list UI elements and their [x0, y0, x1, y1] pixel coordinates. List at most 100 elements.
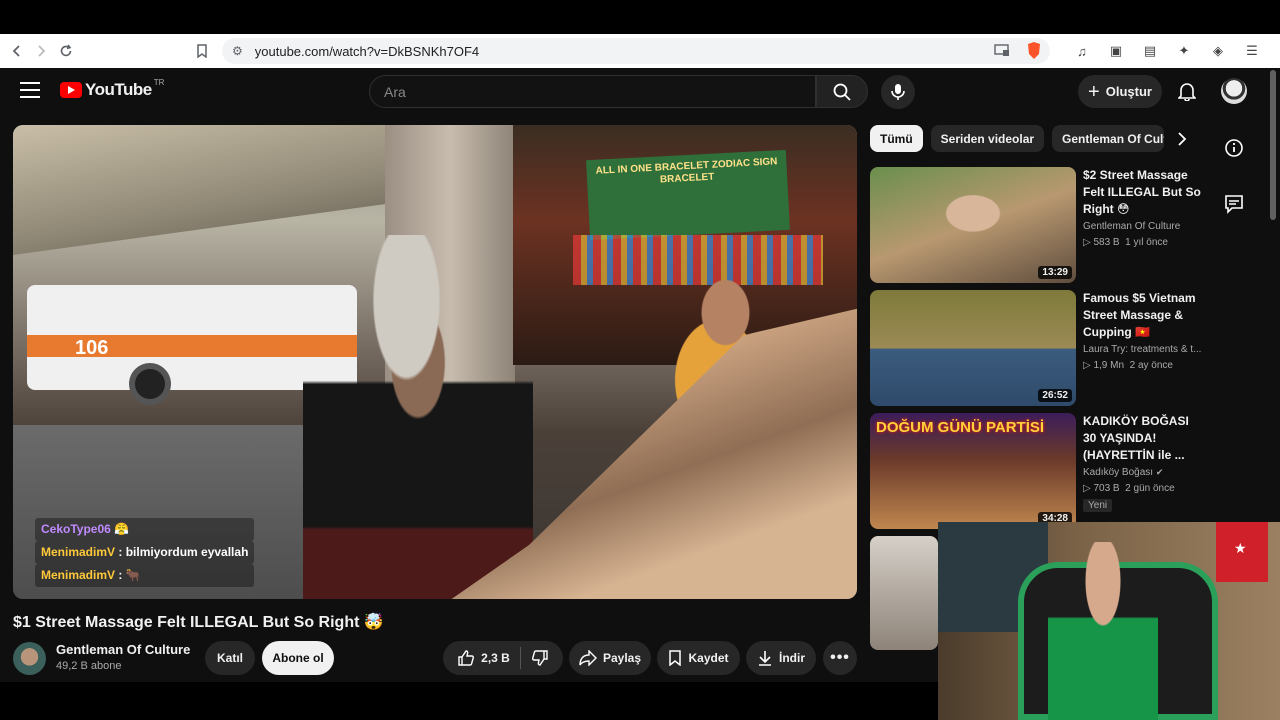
vpn-icon[interactable]: ◈ [1208, 41, 1228, 61]
back-icon[interactable] [4, 38, 30, 64]
emote-icon: 😤 [114, 522, 130, 536]
microphone-icon [891, 84, 905, 100]
chip-series[interactable]: Seriden videolar [930, 125, 1045, 152]
recommendation-meta: ▷ 583 B 1 yıl önce [1083, 237, 1168, 248]
music-icon[interactable]: ♫ [1072, 41, 1092, 61]
region-code: TR [153, 77, 165, 87]
hamburger-menu-icon[interactable] [20, 82, 40, 98]
recommendation-item[interactable]: 13:29 $2 Street Massage Felt ILLEGAL But… [870, 167, 1210, 285]
chat-message: MenimadimV : 🐂 [35, 564, 255, 587]
save-icon [669, 650, 682, 666]
video-thumbnail[interactable] [870, 536, 938, 650]
recommendation-item[interactable]: 26:52 Famous $5 Vietnam Street Massage &… [870, 290, 1210, 408]
search-button[interactable] [816, 75, 868, 108]
channel-label: Kadıköy Boğası [1083, 467, 1154, 478]
chat-icon[interactable] [1220, 191, 1248, 217]
reload-icon[interactable] [53, 38, 79, 64]
wallet-icon[interactable]: ▤ [1140, 41, 1160, 61]
recommendation-title[interactable]: KADIKÖY BOĞASI 30 YAŞINDA! (HAYRETTİN il… [1083, 413, 1205, 464]
create-button[interactable]: + Oluştur [1078, 75, 1162, 108]
more-actions-button[interactable]: ••• [823, 641, 857, 675]
like-count: 2,3 B [481, 651, 510, 665]
chat-message: MenimadimV : bilmiyordum eyvallah [35, 541, 255, 564]
video-owner-row: Gentleman Of Culture 49,2 B abone Katıl … [13, 641, 863, 677]
chat-username: MenimadimV [41, 545, 116, 559]
search-icon [833, 83, 851, 101]
recommendation-meta: ▷ 703 B 2 gün önce [1083, 483, 1175, 494]
info-icon[interactable] [1220, 135, 1248, 161]
like-button[interactable]: 2,3 B [457, 649, 510, 667]
top-black-bar [0, 0, 1280, 34]
ai-icon[interactable]: ✦ [1174, 41, 1194, 61]
video-thumbnail[interactable]: 26:52 [870, 290, 1076, 406]
youtube-logo[interactable]: YouTube TR [60, 77, 165, 100]
download-button[interactable]: İndir [746, 641, 816, 675]
subscribe-button[interactable]: Abone ol [262, 641, 334, 675]
duration-badge: 13:29 [1038, 266, 1072, 279]
recommendation-title[interactable]: Famous $5 Vietnam Street Massage & Cuppi… [1083, 290, 1205, 341]
account-avatar[interactable] [1221, 78, 1247, 104]
voice-search-button[interactable] [881, 75, 915, 109]
truck-number: 106 [75, 337, 109, 359]
share-label: Paylaş [602, 651, 642, 665]
video-player[interactable]: 106 ALL IN ONE BRACELET ZODIAC SIGN BRAC… [13, 125, 857, 599]
streamer [1048, 542, 1158, 720]
download-icon [759, 651, 771, 666]
browser-toolbar: ⚙ youtube.com/watch?v=DkBSNKh7OF4 ♫ ▣ ▤ … [0, 34, 1280, 68]
search-input[interactable]: Ara [369, 75, 816, 108]
save-button[interactable]: Kaydet [657, 641, 740, 675]
dislike-button[interactable] [531, 649, 549, 667]
divider [519, 647, 521, 669]
view-count: 1,9 Mn [1093, 360, 1125, 371]
download-label: İndir [779, 651, 805, 665]
chat-username: MenimadimV [41, 568, 116, 582]
duration-badge: 26:52 [1038, 389, 1072, 402]
share-button[interactable]: Paylaş [569, 641, 651, 675]
recommendation-item[interactable]: DOĞUM GÜNÜ PARTİSİ 34:28 KADIKÖY BOĞASI … [870, 413, 1210, 531]
chip-all[interactable]: Tümü [870, 125, 923, 152]
browser-extensions: ♫ ▣ ▤ ✦ ◈ ☰ [1072, 38, 1262, 64]
recommendation-channel[interactable]: Gentleman Of Culture [1083, 221, 1205, 232]
chevron-right-icon[interactable] [1168, 125, 1195, 152]
channel-name[interactable]: Gentleman Of Culture [56, 642, 190, 657]
streamer-webcam-overlay [938, 522, 1280, 720]
scene-sign: ALL IN ONE BRACELET ZODIAC SIGN BRACELET [586, 149, 790, 241]
stream-chat-overlay: CekoType06 😤 MenimadimV : bilmiyordum ey… [35, 518, 255, 587]
upload-age: 2 ay önce [1129, 360, 1173, 371]
page-scrollbar[interactable] [1270, 70, 1276, 220]
video-thumbnail[interactable]: DOĞUM GÜNÜ PARTİSİ 34:28 [870, 413, 1076, 529]
share-icon [579, 650, 597, 666]
youtube-play-icon [60, 82, 82, 98]
menu-icon[interactable]: ☰ [1242, 41, 1262, 61]
chat-username: CekoType06 [41, 522, 111, 536]
sidebar-icon[interactable]: ▣ [1106, 41, 1126, 61]
address-bar[interactable]: ⚙ youtube.com/watch?v=DkBSNKh7OF4 [222, 38, 1050, 64]
subscriber-count: 49,2 B abone [56, 660, 122, 672]
brave-shield-icon[interactable] [1026, 42, 1042, 63]
recommendation-title[interactable]: $2 Street Massage Felt ILLEGAL But So Ri… [1083, 167, 1205, 218]
channel-avatar[interactable] [13, 642, 46, 675]
view-count: 583 B [1093, 237, 1120, 248]
thumbnail-text: DOĞUM GÜNÜ PARTİSİ [876, 419, 1045, 436]
scene-woman [303, 235, 533, 599]
masthead: YouTube TR Ara + Oluştur [0, 68, 1280, 114]
cast-icon[interactable] [994, 43, 1010, 60]
recommendation-meta: ▷ 1,9 Mn 2 ay önce [1083, 360, 1173, 371]
chat-text: : bilmiyordum eyvallah [118, 545, 249, 559]
notifications-bell-icon[interactable] [1176, 80, 1198, 102]
thumbs-down-icon [531, 650, 548, 666]
upload-age: 2 gün önce [1125, 483, 1175, 494]
save-label: Kaydet [688, 651, 729, 665]
chat-message: CekoType06 😤 [35, 518, 255, 541]
view-count: 703 B [1093, 483, 1120, 494]
recommendation-channel[interactable]: Kadıköy Boğası ✔ [1083, 467, 1205, 478]
logo-text: YouTube [85, 80, 152, 99]
video-thumbnail[interactable]: 13:29 [870, 167, 1076, 283]
site-info-icon[interactable]: ⚙ [232, 44, 243, 58]
bookmark-icon[interactable] [189, 38, 215, 64]
join-button[interactable]: Katıl [205, 641, 255, 675]
forward-icon[interactable] [28, 38, 54, 64]
bottom-black-bar [0, 682, 938, 720]
recommendation-channel[interactable]: Laura Try: treatments & t... [1083, 344, 1205, 355]
chip-channel[interactable]: Gentleman Of Culture [1052, 125, 1165, 152]
